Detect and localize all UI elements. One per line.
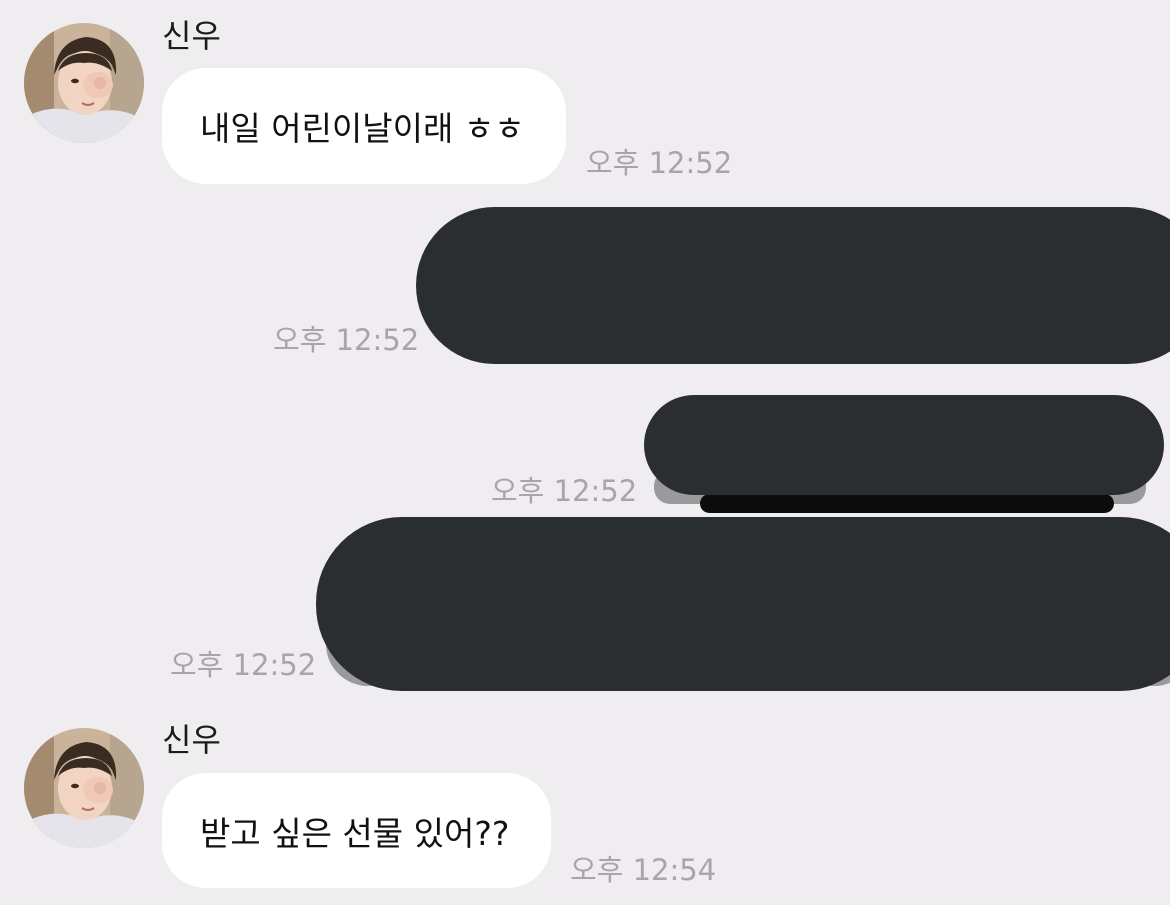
avatar[interactable] xyxy=(24,728,144,848)
message-timestamp: 오후 12:52 xyxy=(170,648,317,682)
avatar-photo-icon xyxy=(24,728,144,848)
avatar-photo-icon xyxy=(24,23,144,143)
message-text: 받고 싶은 선물 있어?? xyxy=(200,813,510,853)
redacted-outgoing-message[interactable] xyxy=(644,395,1164,495)
redacted-outgoing-message[interactable] xyxy=(316,517,1170,691)
avatar[interactable] xyxy=(24,23,144,143)
message-timestamp: 오후 12:52 xyxy=(491,474,638,508)
sender-name: 신우 xyxy=(162,721,221,759)
message-timestamp: 오후 12:52 xyxy=(586,146,733,180)
redacted-outgoing-message[interactable] xyxy=(416,207,1170,364)
incoming-message-bubble[interactable]: 받고 싶은 선물 있어?? xyxy=(162,773,551,888)
redaction-scribble xyxy=(700,494,1114,513)
sender-name: 신우 xyxy=(162,17,221,55)
message-text: 내일 어린이날이래 ㅎㅎ xyxy=(200,109,525,148)
incoming-message-bubble[interactable]: 내일 어린이날이래 ㅎㅎ xyxy=(162,68,566,184)
message-timestamp: 오후 12:54 xyxy=(570,853,717,887)
message-timestamp: 오후 12:52 xyxy=(273,323,420,357)
